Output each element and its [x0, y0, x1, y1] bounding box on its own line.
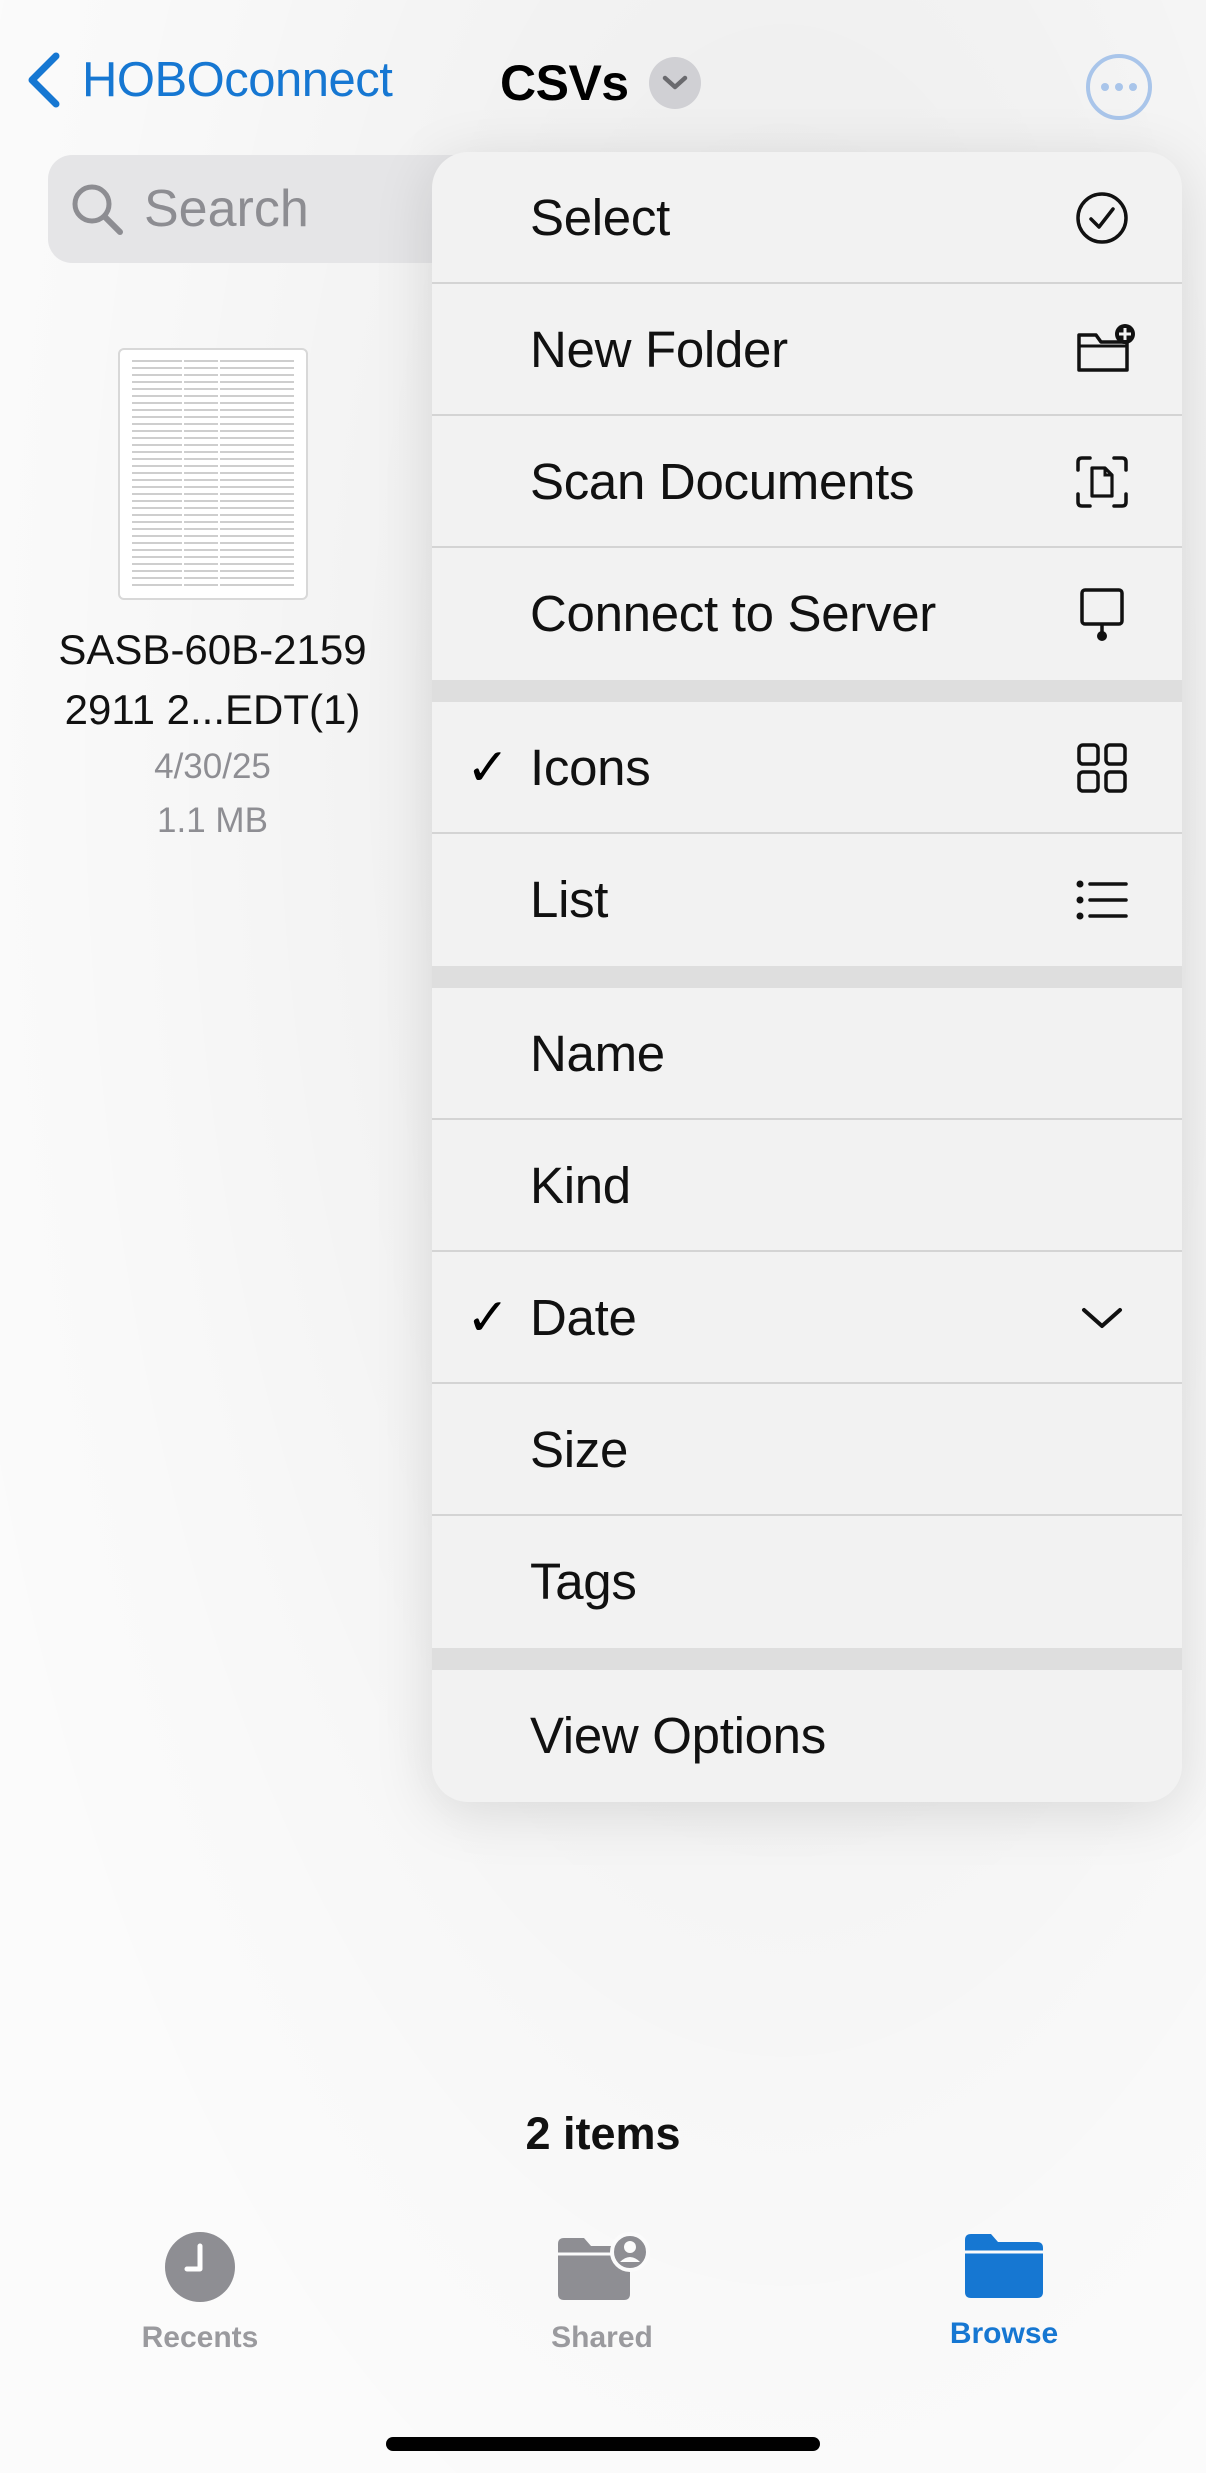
- ellipsis-dot: [1129, 83, 1137, 91]
- doc-scan-icon: [1076, 456, 1128, 508]
- menu-item-sort-name[interactable]: Name: [432, 988, 1182, 1120]
- options-menu: Select New Folder Scan Documents Connect…: [432, 152, 1182, 1802]
- tab-bar: Recents Shared Browse: [0, 2230, 1206, 2390]
- folder-title-button[interactable]: CSVs: [500, 54, 701, 112]
- menu-item-label: Size: [530, 1421, 629, 1478]
- menu-item-sort-tags[interactable]: Tags: [432, 1516, 1182, 1648]
- server-display-icon: [1080, 588, 1124, 641]
- file-name: SASB-60B-2159 2911 2...EDT(1): [30, 620, 395, 740]
- file-thumbnail: [117, 348, 308, 600]
- file-date: 4/30/25: [154, 747, 271, 786]
- checkmark-icon: ✓: [466, 739, 510, 797]
- search-icon: [72, 184, 123, 235]
- menu-item-sort-kind[interactable]: Kind: [432, 1120, 1182, 1252]
- shared-folder-icon: [558, 2232, 650, 2300]
- back-button[interactable]: HOBOconnect: [24, 50, 393, 110]
- menu-item-list[interactable]: List: [432, 834, 1182, 966]
- tab-label: Recents: [141, 2321, 259, 2354]
- folder-icon: [965, 2234, 1043, 2298]
- item-count: 2 items: [525, 2108, 681, 2159]
- menu-item-label: Date: [530, 1289, 637, 1346]
- menu-item-label: Connect to Server: [530, 585, 936, 642]
- checkmark-circle-icon: [1076, 192, 1128, 244]
- menu-item-label: List: [530, 871, 609, 928]
- menu-item-connect-server[interactable]: Connect to Server: [432, 548, 1182, 680]
- thumbnail-column: [217, 360, 220, 588]
- grid-icon: [1077, 743, 1127, 793]
- chevron-down-icon: [648, 57, 701, 109]
- file-item[interactable]: SASB-60B-2159 2911 2...EDT(1) 4/30/25 1.…: [30, 348, 395, 848]
- thumbnail-content: [131, 360, 294, 588]
- menu-item-label: Scan Documents: [530, 453, 915, 510]
- clock-icon: [165, 2232, 235, 2302]
- menu-item-label: Select: [530, 189, 670, 246]
- tab-label: Shared: [551, 2321, 653, 2354]
- menu-item-label: Icons: [530, 739, 651, 796]
- tab-shared[interactable]: Shared: [482, 2230, 722, 2355]
- menu-item-label: Tags: [530, 1553, 637, 1610]
- page-title: CSVs: [500, 55, 629, 111]
- menu-section-separator: [432, 680, 1182, 702]
- tab-browse[interactable]: Browse: [884, 2230, 1124, 2351]
- menu-item-label: New Folder: [530, 321, 788, 378]
- folder-plus-icon: [1077, 324, 1135, 372]
- menu-item-label: Name: [530, 1025, 665, 1082]
- menu-item-sort-size[interactable]: Size: [432, 1384, 1182, 1516]
- tab-label: Browse: [949, 2317, 1059, 2350]
- ellipsis-dot: [1115, 83, 1123, 91]
- search-placeholder: Search: [144, 180, 309, 238]
- file-name-line1: SASB-60B-2159: [58, 626, 367, 673]
- menu-item-new-folder[interactable]: New Folder: [432, 284, 1182, 416]
- file-size: 1.1 MB: [157, 801, 268, 840]
- menu-section-separator: [432, 966, 1182, 988]
- menu-item-icons[interactable]: ✓ Icons: [432, 702, 1182, 834]
- thumbnail-column: [181, 360, 184, 588]
- menu-item-select[interactable]: Select: [432, 152, 1182, 284]
- menu-item-scan-documents[interactable]: Scan Documents: [432, 416, 1182, 548]
- menu-item-view-options[interactable]: View Options: [432, 1670, 1182, 1802]
- navigation-bar: HOBOconnect CSVs: [0, 40, 1206, 130]
- ellipsis-icon: [1101, 83, 1109, 91]
- more-options-button[interactable]: [1086, 54, 1152, 120]
- file-name-line2: 2911 2...EDT(1): [64, 686, 361, 733]
- checkmark-icon: ✓: [466, 1289, 510, 1347]
- menu-item-label: Kind: [530, 1157, 631, 1214]
- back-label: HOBOconnect: [82, 53, 393, 107]
- chevron-down-icon: [1082, 1308, 1122, 1328]
- list-icon: [1076, 880, 1128, 920]
- home-indicator[interactable]: [386, 2437, 820, 2451]
- menu-item-sort-date[interactable]: ✓ Date: [432, 1252, 1182, 1384]
- chevron-left-icon: [28, 52, 60, 108]
- menu-section-separator: [432, 1648, 1182, 1670]
- tab-recents[interactable]: Recents: [80, 2230, 320, 2355]
- menu-item-label: View Options: [530, 1707, 826, 1764]
